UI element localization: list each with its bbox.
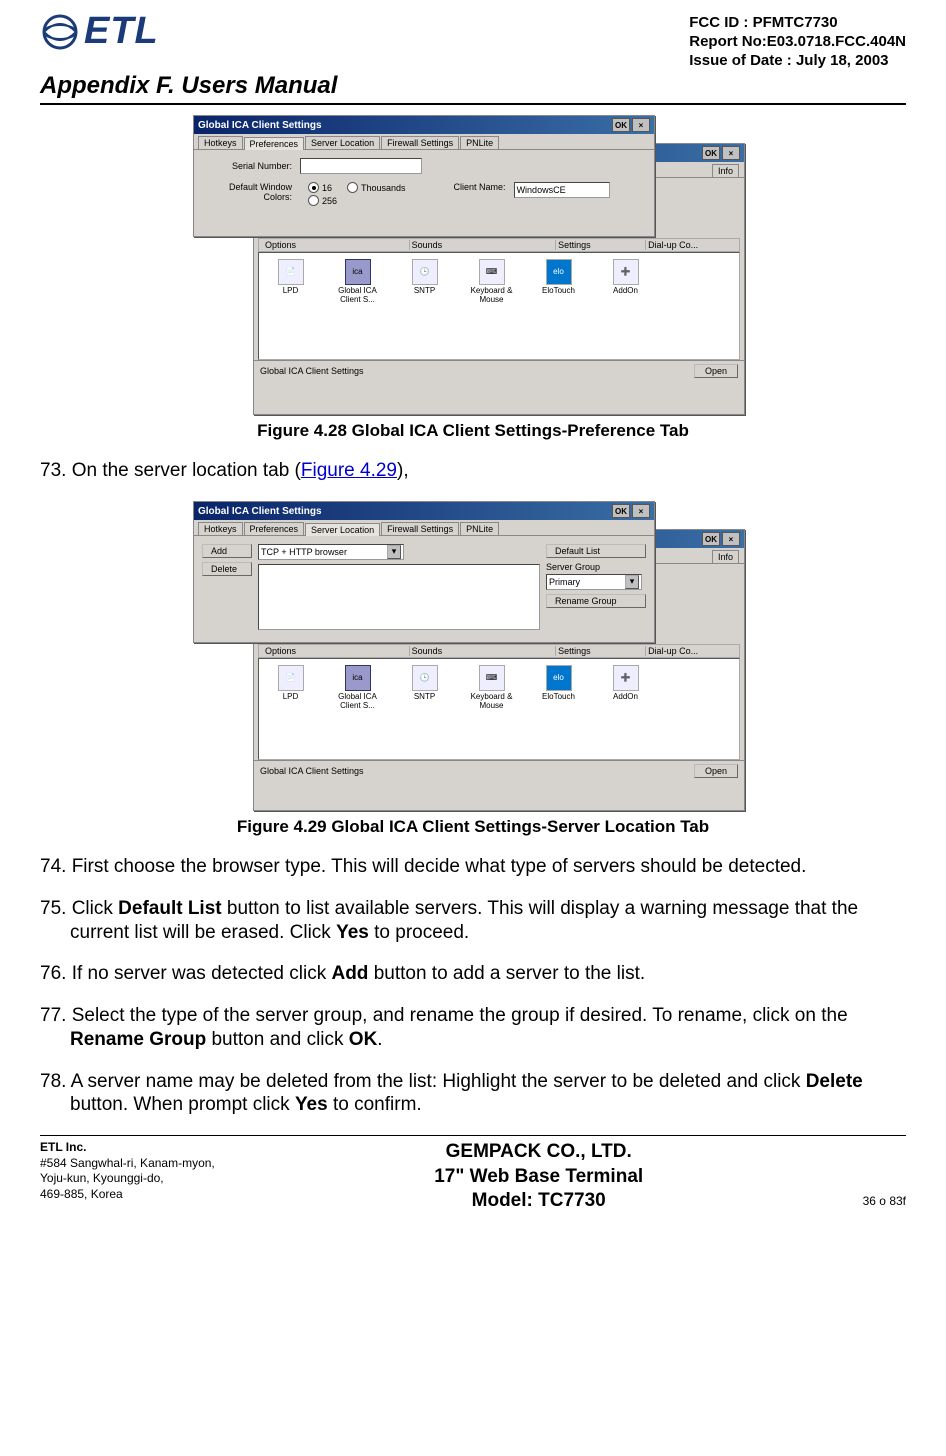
ok-button[interactable]: OK [702, 146, 720, 160]
step-75: 75. Click Default List button to list av… [40, 897, 906, 945]
radio-256[interactable]: 256 [308, 195, 337, 206]
issue-date: Issue of Date : July 18, 2003 [689, 52, 906, 71]
label-default-colors: Default Window Colors: [202, 182, 292, 202]
step-78: 78. A server name may be deleted from th… [40, 1070, 906, 1118]
tab-firewall-settings[interactable]: Firewall Settings [381, 136, 459, 149]
chevron-down-icon: ▾ [387, 545, 401, 559]
label-client-name: Client Name: [436, 182, 506, 192]
icons-row: 📄LPD icaGlobal ICA Client S... 🕒SNTP ⌨Ke… [258, 252, 740, 360]
tab-firewall-settings[interactable]: Firewall Settings [381, 522, 459, 535]
footer-divider [40, 1135, 906, 1136]
icon-sntp[interactable]: 🕒SNTP [397, 259, 452, 353]
close-icon[interactable]: × [722, 532, 740, 546]
screenshot-figure-4-28: OK × Info Options Sounds Settings Dial-u… [193, 115, 753, 415]
icon-elotouch[interactable]: eloEloTouch [531, 259, 586, 353]
figure-caption-4-29: Figure 4.29 Global ICA Client Settings-S… [40, 817, 906, 837]
footer-model: Model: TC7730 [434, 1189, 643, 1214]
step-77: 77. Select the type of the server group,… [40, 1004, 906, 1052]
icon-lpd[interactable]: 📄LPD [263, 259, 318, 353]
footer-company: GEMPACK CO., LTD. [434, 1140, 643, 1165]
col-settings: Settings [556, 240, 646, 250]
logo-text: ETL [84, 10, 159, 53]
col-dialup: Dial-up Co... [646, 646, 735, 656]
col-sounds: Sounds [410, 646, 557, 656]
open-button[interactable]: Open [694, 764, 738, 778]
close-icon[interactable]: × [632, 118, 650, 132]
browser-type-dropdown[interactable]: TCP + HTTP browser ▾ [258, 544, 404, 560]
appendix-title: Appendix F. Users Manual [40, 72, 906, 100]
header-divider [40, 103, 906, 105]
company-name: ETL Inc. [40, 1140, 215, 1156]
icon-lpd[interactable]: 📄LPD [263, 665, 318, 753]
icon-keyboard-mouse[interactable]: ⌨Keyboard & Mouse [464, 665, 519, 753]
add-button[interactable]: Add [202, 544, 252, 558]
status-text: Global ICA Client Settings [260, 766, 364, 776]
close-icon[interactable]: × [632, 504, 650, 518]
rename-group-button[interactable]: Rename Group [546, 594, 646, 608]
col-options: Options [263, 240, 410, 250]
logo: ETL [40, 10, 159, 53]
page-number: 36 o 83f [863, 1194, 906, 1214]
label-server-group: Server Group [546, 562, 646, 572]
tab-pnlite[interactable]: PNLite [460, 136, 499, 149]
col-sounds: Sounds [410, 240, 557, 250]
tab-info[interactable]: Info [712, 164, 739, 177]
address-line-2: Yoju-kun, Kyounggi-do, [40, 1171, 215, 1187]
tab-pnlite[interactable]: PNLite [460, 522, 499, 535]
header-info: FCC ID : PFMTC7730 Report No:E03.0718.FC… [689, 10, 906, 70]
dialog-title: Global ICA Client Settings [198, 120, 322, 131]
col-options: Options [263, 646, 410, 656]
tab-server-location[interactable]: Server Location [305, 136, 380, 149]
dialog-title: Global ICA Client Settings [198, 506, 322, 517]
chevron-down-icon: ▾ [625, 575, 639, 589]
step-74: 74. First choose the browser type. This … [40, 855, 906, 879]
address-line-3: 469-885, Korea [40, 1187, 215, 1203]
tab-preferences[interactable]: Preferences [244, 522, 305, 535]
tab-hotkeys[interactable]: Hotkeys [198, 522, 243, 535]
ok-button[interactable]: OK [612, 118, 630, 132]
icon-addon[interactable]: ➕AddOn [598, 259, 653, 353]
step-73: 73. On the server location tab (Figure 4… [40, 459, 906, 483]
footer: ETL Inc. #584 Sangwhal-ri, Kanam-myon, Y… [40, 1140, 906, 1214]
address-line-1: #584 Sangwhal-ri, Kanam-myon, [40, 1156, 215, 1172]
radio-16[interactable]: 16 [308, 182, 337, 193]
icons-row: 📄LPD icaGlobal ICA Client S... 🕒SNTP ⌨Ke… [258, 658, 740, 760]
tab-preferences[interactable]: Preferences [244, 137, 305, 150]
close-icon[interactable]: × [722, 146, 740, 160]
column-headers: Options Sounds Settings Dial-up Co... [258, 644, 740, 658]
link-figure-4-29[interactable]: Figure 4.29 [301, 460, 397, 481]
client-name-input[interactable]: WindowsCE [514, 182, 610, 198]
icon-global-ica[interactable]: icaGlobal ICA Client S... [330, 665, 385, 753]
default-list-button[interactable]: Default List [546, 544, 646, 558]
serial-number-input[interactable] [300, 158, 422, 174]
label-serial-number: Serial Number: [202, 161, 292, 171]
tab-info[interactable]: Info [712, 550, 739, 563]
tab-server-location[interactable]: Server Location [305, 523, 380, 536]
step-76: 76. If no server was detected click Add … [40, 962, 906, 986]
delete-button[interactable]: Delete [202, 562, 252, 576]
server-group-dropdown[interactable]: Primary ▾ [546, 574, 642, 590]
ok-button[interactable]: OK [702, 532, 720, 546]
col-dialup: Dial-up Co... [646, 240, 735, 250]
icon-global-ica[interactable]: icaGlobal ICA Client S... [330, 259, 385, 353]
fcc-id: FCC ID : PFMTC7730 [689, 14, 906, 33]
globe-icon [40, 12, 80, 52]
column-headers: Options Sounds Settings Dial-up Co... [258, 238, 740, 252]
open-button[interactable]: Open [694, 364, 738, 378]
status-text: Global ICA Client Settings [260, 366, 364, 376]
icon-keyboard-mouse[interactable]: ⌨Keyboard & Mouse [464, 259, 519, 353]
figure-caption-4-28: Figure 4.28 Global ICA Client Settings-P… [40, 421, 906, 441]
icon-addon[interactable]: ➕AddOn [598, 665, 653, 753]
server-list[interactable] [258, 564, 540, 630]
radio-thousands[interactable]: Thousands [347, 182, 406, 193]
icon-elotouch[interactable]: eloEloTouch [531, 665, 586, 753]
report-no: Report No:E03.0718.FCC.404N [689, 33, 906, 52]
footer-product: 17" Web Base Terminal [434, 1165, 643, 1190]
ok-button[interactable]: OK [612, 504, 630, 518]
col-settings: Settings [556, 646, 646, 656]
screenshot-figure-4-29: OK × Info Options Sounds Settings Dial-u… [193, 501, 753, 811]
tab-hotkeys[interactable]: Hotkeys [198, 136, 243, 149]
icon-sntp[interactable]: 🕒SNTP [397, 665, 452, 753]
